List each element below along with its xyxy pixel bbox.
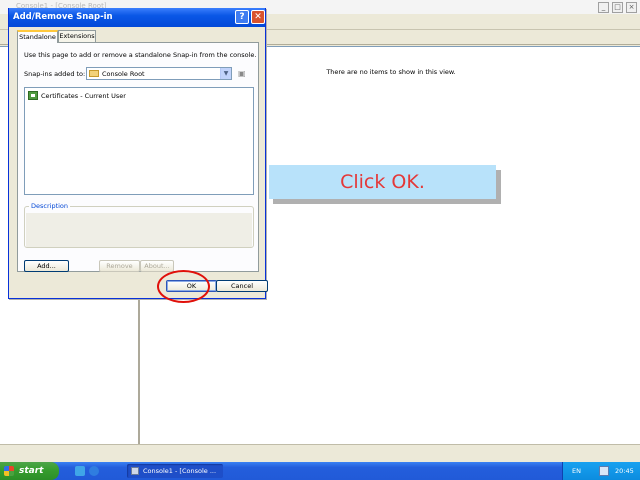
clock: 20:45 [615,467,634,475]
windows-logo-icon [4,466,14,476]
description-label: Description [29,202,71,210]
network-icon[interactable] [599,466,609,476]
show-desktop-icon[interactable] [75,466,85,476]
about-button[interactable]: About... [140,260,174,272]
certificates-icon [28,91,38,100]
close-icon[interactable]: × [626,2,637,13]
description-group: Description [24,202,254,248]
snapins-added-to-dropdown[interactable]: Console Root ▼ [86,67,232,80]
taskbar-item-label: Console1 - [Console ... [143,467,217,475]
add-button[interactable]: Add... [24,260,69,272]
snapin-list[interactable]: Certificates - Current User [24,87,254,195]
maximize-icon[interactable]: □ [612,2,623,13]
browse-folder-icon[interactable]: ▣ [238,69,249,78]
instruction-callout: Click OK. [269,165,496,199]
add-remove-snapin-dialog: Add/Remove Snap-in ? ✕ Standalone Extens… [8,8,268,299]
help-icon[interactable]: ? [235,10,249,24]
dialog-title: Add/Remove Snap-in [13,12,113,22]
dialog-titlebar[interactable]: Add/Remove Snap-in ? ✕ [9,8,265,27]
system-tray: EN 20:45 [562,462,640,480]
cancel-button[interactable]: Cancel [216,280,268,292]
internet-explorer-icon[interactable] [89,466,99,476]
list-item-label: Certificates - Current User [41,92,126,100]
chevron-down-icon[interactable]: ▼ [220,68,231,79]
standalone-tab-panel: Use this page to add or remove a standal… [17,42,259,272]
folder-icon [89,70,99,77]
minimize-icon[interactable]: _ [598,2,609,13]
language-indicator[interactable]: EN [572,467,581,475]
description-box [26,213,252,247]
remove-button[interactable]: Remove [99,260,140,272]
tab-standalone[interactable]: Standalone [17,30,58,43]
start-button[interactable]: start [0,462,59,480]
ok-highlight-circle [157,270,210,303]
instruction-text: Use this page to add or remove a standal… [24,51,257,59]
tab-extensions[interactable]: Extensions [58,30,96,42]
console-icon [131,467,139,475]
mmc-statusbar [0,444,640,462]
start-label: start [19,466,44,476]
dialog-close-icon[interactable]: ✕ [251,10,265,24]
snapins-added-to-label: Snap-ins added to: [24,70,86,78]
taskbar: start Console1 - [Console ... EN 20:45 [0,462,640,480]
dropdown-selected-value: Console Root [102,70,145,78]
taskbar-item-console[interactable]: Console1 - [Console ... [127,464,223,478]
